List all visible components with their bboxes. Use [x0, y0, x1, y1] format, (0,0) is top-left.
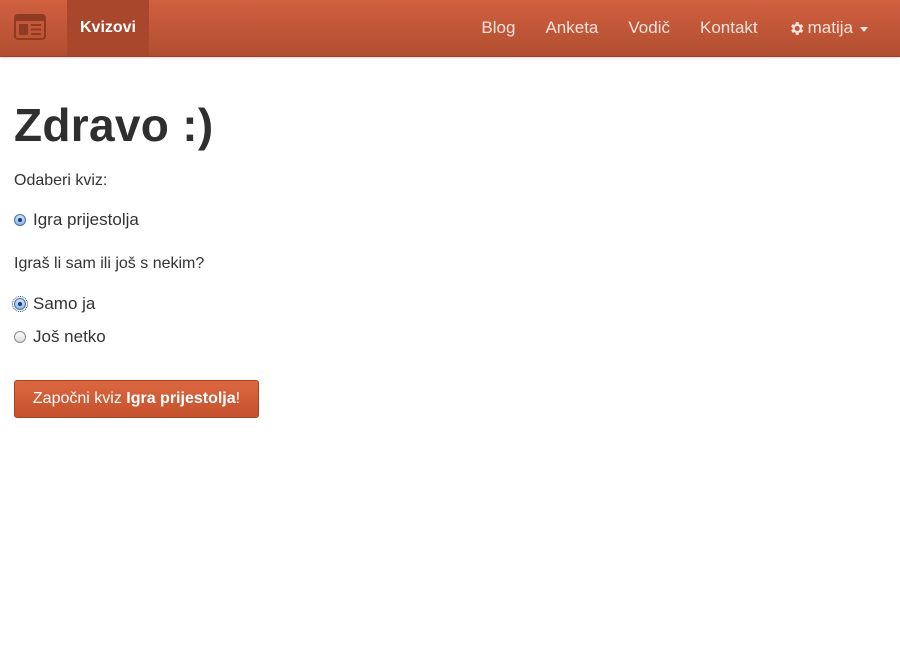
- nav-link-blog[interactable]: Blog: [481, 18, 515, 38]
- quiz-option[interactable]: Igra prijestolja: [14, 209, 874, 231]
- newspaper-icon[interactable]: [14, 14, 46, 40]
- player-option-multi[interactable]: Još netko: [14, 326, 874, 348]
- start-button-prefix: Započni kviz: [32, 390, 127, 407]
- nav-link-vodic[interactable]: Vodič: [628, 18, 670, 38]
- solo-radio[interactable]: [12, 296, 28, 312]
- players-label: Igraš li sam ili još s nekim?: [14, 255, 205, 272]
- quiz-option-label: Igra prijestolja: [33, 210, 139, 229]
- page-title: Zdravo :): [14, 99, 214, 151]
- multi-radio[interactable]: [14, 331, 26, 343]
- user-name: matija: [807, 18, 853, 37]
- nav-links: Blog Anketa Vodič Kontakt matija: [451, 0, 868, 56]
- start-quiz-button[interactable]: Započni kviz Igra prijestolja!: [14, 380, 259, 418]
- player-option-solo[interactable]: Samo ja: [12, 293, 874, 315]
- gear-icon: [790, 21, 803, 35]
- nav-link-anketa[interactable]: Anketa: [545, 18, 598, 38]
- navbar: Kvizovi Blog Anketa Vodič Kontakt matija: [0, 0, 900, 57]
- quiz-radio[interactable]: [14, 214, 26, 226]
- main-content: Zdravo :) Odaberi kviz: Igra prijestolja…: [12, 96, 874, 348]
- player-option-label: Samo ja: [33, 294, 96, 313]
- chevron-down-icon: [860, 26, 868, 32]
- start-button-suffix: !: [235, 390, 241, 407]
- quiz-label: Odaberi kviz:: [14, 172, 108, 189]
- user-menu[interactable]: matija: [788, 18, 868, 38]
- player-option-label: Još netko: [33, 327, 106, 346]
- nav-item-kvizovi[interactable]: Kvizovi: [67, 0, 149, 56]
- nav-item-label: Kvizovi: [79, 19, 136, 36]
- nav-link-kontakt[interactable]: Kontakt: [700, 18, 758, 38]
- start-button-quiz-name: Igra prijestolja: [126, 390, 236, 407]
